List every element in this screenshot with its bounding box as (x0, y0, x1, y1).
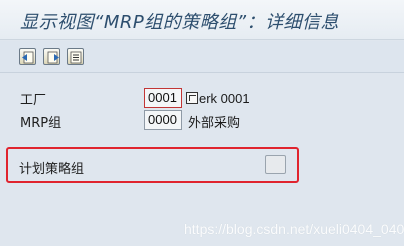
strategy-group-field[interactable] (265, 155, 286, 174)
next-page-icon (47, 51, 59, 64)
plant-label: 工厂 (20, 93, 47, 108)
list-icon (70, 51, 82, 64)
other-entry-button[interactable] (67, 48, 84, 65)
mrp-group-field[interactable]: 0000 (144, 110, 182, 130)
application-toolbar (0, 41, 404, 73)
previous-page-icon (22, 51, 34, 64)
watermark: https://blog.csdn.net/xueli0404_0404 (184, 221, 404, 237)
next-entry-button[interactable] (43, 48, 60, 65)
plant-field[interactable]: 0001 (144, 88, 182, 108)
value-help-icon[interactable] (186, 92, 198, 104)
strategy-group-label: 计划策略组 (19, 162, 85, 177)
title-bar: 显示视图“MRP组的策略组”：详细信息 (0, 0, 404, 40)
previous-entry-button[interactable] (19, 48, 36, 65)
mrp-group-description: 外部采购 (188, 115, 241, 130)
detail-form: 工厂 0001 erk 0001 MRP组 0000 外部采购 计划策略组 ht… (0, 74, 404, 246)
mrp-group-label: MRP组 (20, 116, 62, 131)
plant-description: erk 0001 (199, 91, 250, 106)
window-title: 显示视图“MRP组的策略组”：详细信息 (20, 12, 340, 33)
